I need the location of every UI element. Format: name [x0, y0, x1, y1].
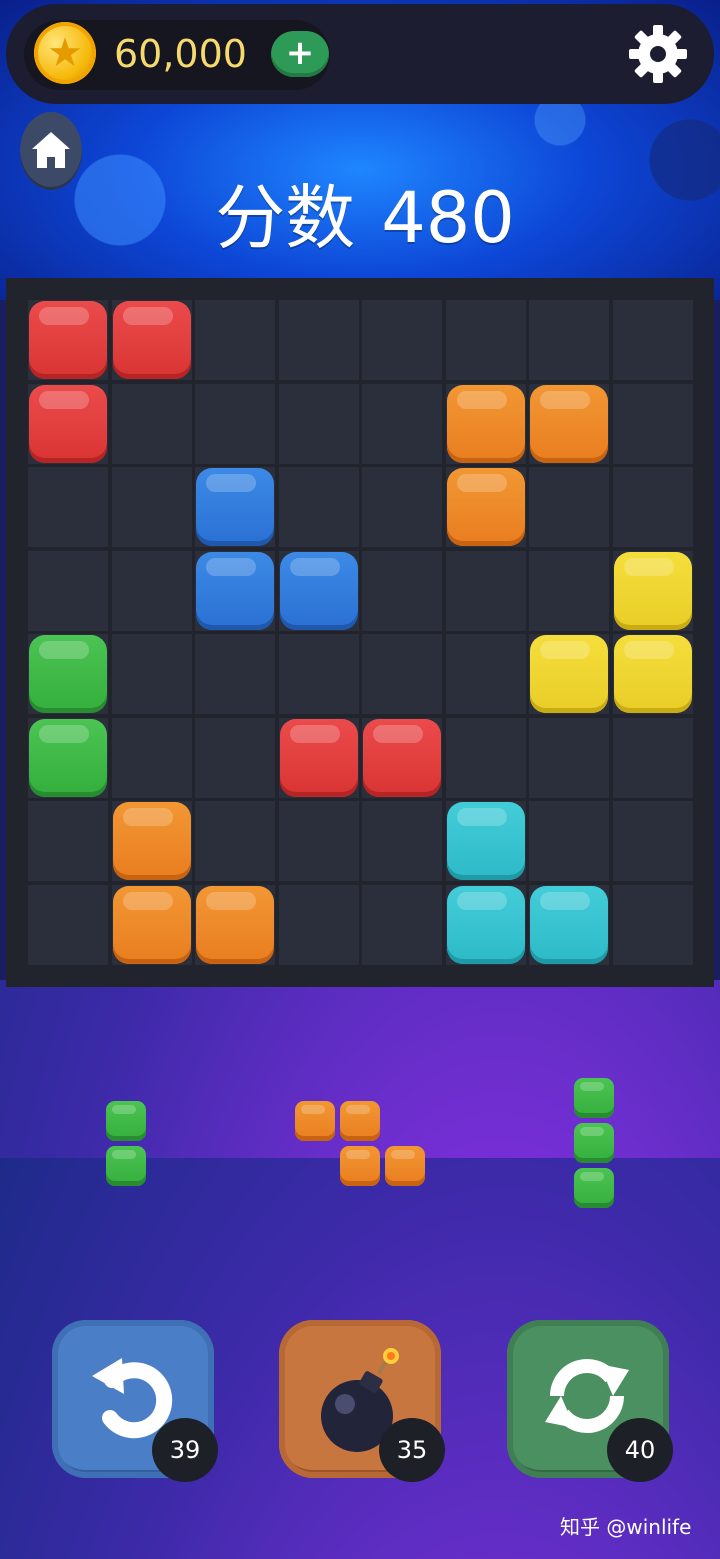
watermark: 知乎 @winlife [560, 1515, 692, 1539]
board-cell-r7-c4[interactable] [362, 885, 442, 965]
piece-block [574, 1168, 614, 1208]
board-cell-r0-c7[interactable] [613, 300, 693, 380]
board-cell-r4-c5[interactable] [446, 634, 526, 714]
board-grid[interactable] [28, 300, 695, 967]
yellow-block [614, 635, 692, 713]
board-cell-r6-c0[interactable] [28, 801, 108, 881]
orange-block [113, 802, 191, 880]
piece-block [106, 1146, 146, 1186]
red-block [363, 719, 441, 797]
board-cell-r4-c3[interactable] [279, 634, 359, 714]
board-cell-r3-c1[interactable] [112, 551, 192, 631]
orange-block [447, 468, 525, 546]
score-display: 分数 480 [200, 178, 530, 258]
yellow-block [530, 635, 608, 713]
red-block [29, 385, 107, 463]
board-cell-r5-c7[interactable] [613, 718, 693, 798]
yellow-block [614, 552, 692, 630]
undo-count: 39 [152, 1418, 218, 1482]
board-cell-r7-c3[interactable] [279, 885, 359, 965]
piece-block [385, 1146, 425, 1186]
game-board[interactable] [6, 278, 714, 987]
undo-button[interactable]: 39 [52, 1320, 218, 1482]
piece-block [340, 1101, 380, 1141]
piece-block [295, 1101, 335, 1141]
orange-block [530, 385, 608, 463]
board-cell-r5-c6[interactable] [529, 718, 609, 798]
cyan-block [530, 886, 608, 964]
board-cell-r0-c4[interactable] [362, 300, 442, 380]
board-cell-r3-c0[interactable] [28, 551, 108, 631]
cyan-block [447, 802, 525, 880]
board-cell-r1-c2[interactable] [195, 384, 275, 464]
blue-block [196, 468, 274, 546]
piece-block [574, 1123, 614, 1163]
score-value: 480 [381, 177, 515, 259]
refresh-count: 40 [607, 1418, 673, 1482]
green-block [29, 719, 107, 797]
home-icon [32, 132, 70, 168]
orange-block [447, 385, 525, 463]
green-block [29, 635, 107, 713]
board-cell-r1-c7[interactable] [613, 384, 693, 464]
red-block [280, 719, 358, 797]
coin-amount: 60,000 [114, 32, 247, 76]
board-cell-r0-c2[interactable] [195, 300, 275, 380]
board-cell-r2-c6[interactable] [529, 467, 609, 547]
board-cell-r4-c2[interactable] [195, 634, 275, 714]
board-cell-r5-c2[interactable] [195, 718, 275, 798]
board-cell-r6-c4[interactable] [362, 801, 442, 881]
board-cell-r7-c0[interactable] [28, 885, 108, 965]
piece-block [106, 1101, 146, 1141]
orange-block [196, 886, 274, 964]
coin-icon: ★ [34, 22, 96, 84]
board-cell-r5-c5[interactable] [446, 718, 526, 798]
board-cell-r3-c5[interactable] [446, 551, 526, 631]
bomb-button[interactable]: 35 [279, 1320, 445, 1482]
board-cell-r6-c2[interactable] [195, 801, 275, 881]
piece-block [340, 1146, 380, 1186]
board-cell-r2-c4[interactable] [362, 467, 442, 547]
board-cell-r1-c4[interactable] [362, 384, 442, 464]
board-cell-r6-c3[interactable] [279, 801, 359, 881]
blue-block [196, 552, 274, 630]
cyan-block [447, 886, 525, 964]
board-cell-r6-c6[interactable] [529, 801, 609, 881]
piece-block [574, 1078, 614, 1118]
board-cell-r6-c7[interactable] [613, 801, 693, 881]
bomb-count: 35 [379, 1418, 445, 1482]
add-coins-button[interactable]: + [271, 31, 329, 77]
red-block [29, 301, 107, 379]
red-block [113, 301, 191, 379]
board-cell-r2-c0[interactable] [28, 467, 108, 547]
score-label: 分数 [215, 177, 356, 259]
refresh-button[interactable]: 40 [507, 1320, 673, 1482]
board-cell-r0-c5[interactable] [446, 300, 526, 380]
board-cell-r1-c1[interactable] [112, 384, 192, 464]
orange-block [113, 886, 191, 964]
board-cell-r4-c1[interactable] [112, 634, 192, 714]
board-cell-r0-c3[interactable] [279, 300, 359, 380]
board-cell-r2-c7[interactable] [613, 467, 693, 547]
gear-icon[interactable] [626, 22, 690, 86]
board-cell-r7-c7[interactable] [613, 885, 693, 965]
board-cell-r1-c3[interactable] [279, 384, 359, 464]
board-cell-r4-c4[interactable] [362, 634, 442, 714]
board-cell-r5-c1[interactable] [112, 718, 192, 798]
board-cell-r2-c1[interactable] [112, 467, 192, 547]
board-cell-r3-c4[interactable] [362, 551, 442, 631]
board-cell-r3-c6[interactable] [529, 551, 609, 631]
board-cell-r2-c3[interactable] [279, 467, 359, 547]
blue-block [280, 552, 358, 630]
home-button[interactable] [20, 112, 82, 190]
board-cell-r0-c6[interactable] [529, 300, 609, 380]
